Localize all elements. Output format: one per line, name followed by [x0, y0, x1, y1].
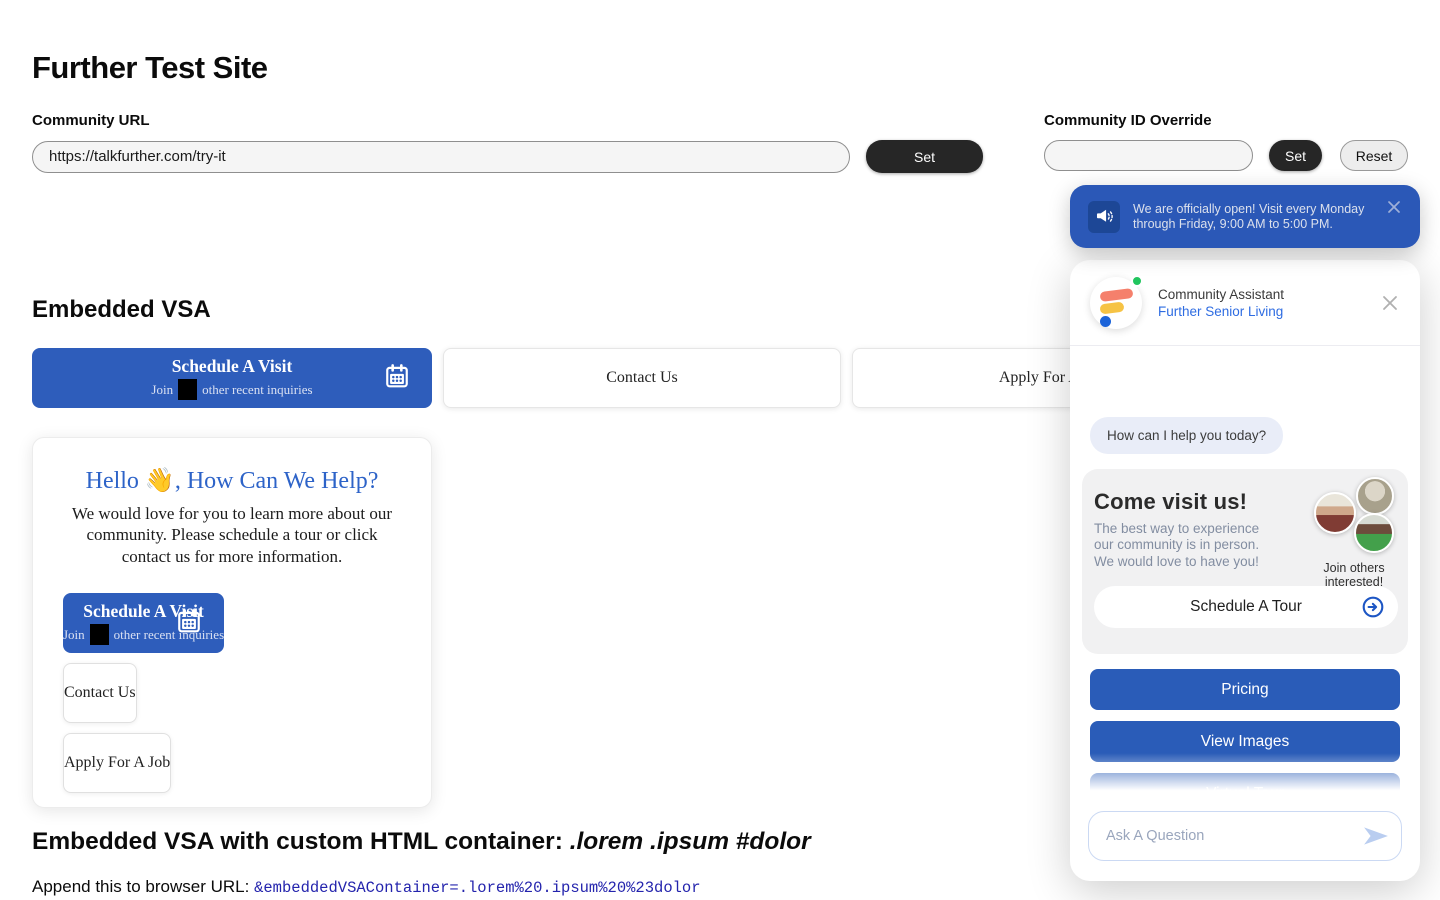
chat-body: How can I help you today? Come visit us!…: [1070, 346, 1420, 805]
schedule-a-visit-title: Schedule A Visit: [172, 356, 293, 377]
schedule-a-visit-button[interactable]: Schedule A Visit Joinother recent inquir…: [32, 348, 432, 408]
redacted-count: [90, 624, 109, 645]
custom-container-heading: Embedded VSA with custom HTML container:…: [32, 828, 811, 856]
quick-action-pricing[interactable]: Pricing: [1090, 669, 1400, 710]
calendar-icon: [384, 363, 410, 393]
logo-dot-blue: [1100, 316, 1111, 327]
close-icon[interactable]: [1380, 293, 1400, 313]
avatar: [1354, 513, 1394, 553]
avatar: [1356, 477, 1394, 515]
visit-card-body: The best way to experience our community…: [1094, 521, 1272, 570]
avatar: [1314, 492, 1356, 534]
community-id-input[interactable]: [1044, 140, 1253, 171]
visitor-avatars: [1314, 477, 1396, 557]
append-url-code: &embeddedVSAContainer=.lorem%20.ipsum%20…: [254, 879, 700, 897]
page-title: Further Test Site: [32, 50, 268, 86]
card-contact-us-button[interactable]: Contact Us: [63, 663, 137, 723]
community-url-set-button[interactable]: Set: [866, 140, 983, 173]
logo-bar-yellow: [1099, 301, 1124, 314]
assistant-message-bubble: How can I help you today?: [1090, 417, 1283, 454]
further-logo-avatar: [1090, 277, 1142, 329]
chat-widget: Community Assistant Further Senior Livin…: [1070, 260, 1420, 881]
community-id-reset-button[interactable]: Reset: [1340, 140, 1408, 171]
logo-bar-coral: [1100, 288, 1134, 302]
vsa-card-body: We would love for you to learn more abou…: [63, 503, 401, 567]
card-apply-for-a-job-button[interactable]: Apply For A Job: [63, 733, 171, 793]
css-selector-text: .lorem .ipsum #dolor: [570, 828, 811, 855]
page: Further Test Site Community URL Set Comm…: [0, 0, 1440, 900]
quick-action-view-images[interactable]: View Images: [1090, 721, 1400, 762]
redacted-count: [178, 379, 197, 400]
community-link[interactable]: Further Senior Living: [1158, 304, 1284, 319]
chat-composer: [1070, 805, 1420, 881]
contact-us-button[interactable]: Contact Us: [443, 348, 841, 408]
community-url-label: Community URL: [32, 112, 983, 129]
card-schedule-a-visit-button[interactable]: Schedule A Visit Joinother recent inquir…: [63, 593, 224, 653]
schedule-a-visit-subtitle: Joinother recent inquiries: [151, 379, 312, 400]
send-icon[interactable]: [1362, 825, 1390, 847]
close-icon[interactable]: [1385, 198, 1403, 216]
embedded-vsa-heading: Embedded VSA: [32, 296, 211, 324]
announcement-banner: We are officially open! Visit every Mond…: [1070, 185, 1420, 248]
community-url-group: Community URL Set: [32, 112, 983, 173]
community-id-label: Community ID Override: [1044, 112, 1408, 129]
community-id-group: Community ID Override Set Reset: [1044, 112, 1408, 171]
vsa-card-heading: Hello 👋, How Can We Help?: [33, 466, 431, 495]
announcement-text: We are officially open! Visit every Mond…: [1133, 202, 1365, 232]
quick-action-virtual-tour[interactable]: Virtual Tour: [1090, 773, 1400, 805]
arrow-right-circle-icon: [1361, 595, 1385, 624]
schedule-a-tour-button[interactable]: Schedule A Tour: [1094, 586, 1398, 628]
append-url-line: Append this to browser URL: &embeddedVSA…: [32, 877, 701, 897]
vsa-widget-card: Hello 👋, How Can We Help? We would love …: [32, 437, 432, 808]
come-visit-card: Come visit us! The best way to experienc…: [1082, 469, 1408, 654]
chat-identity: Community Assistant Further Senior Livin…: [1158, 287, 1284, 319]
social-proof-text: Join others interested!: [1304, 561, 1404, 590]
assistant-name: Community Assistant: [1158, 287, 1284, 302]
ask-question-input[interactable]: [1088, 811, 1402, 861]
community-url-input[interactable]: [32, 141, 850, 173]
chat-header: Community Assistant Further Senior Livin…: [1070, 260, 1420, 346]
calendar-icon: [176, 608, 202, 638]
online-status-dot: [1131, 275, 1143, 287]
vsa-button-row: Schedule A Visit Joinother recent inquir…: [32, 348, 1252, 408]
community-id-set-button[interactable]: Set: [1269, 140, 1322, 171]
megaphone-icon: [1088, 201, 1120, 233]
